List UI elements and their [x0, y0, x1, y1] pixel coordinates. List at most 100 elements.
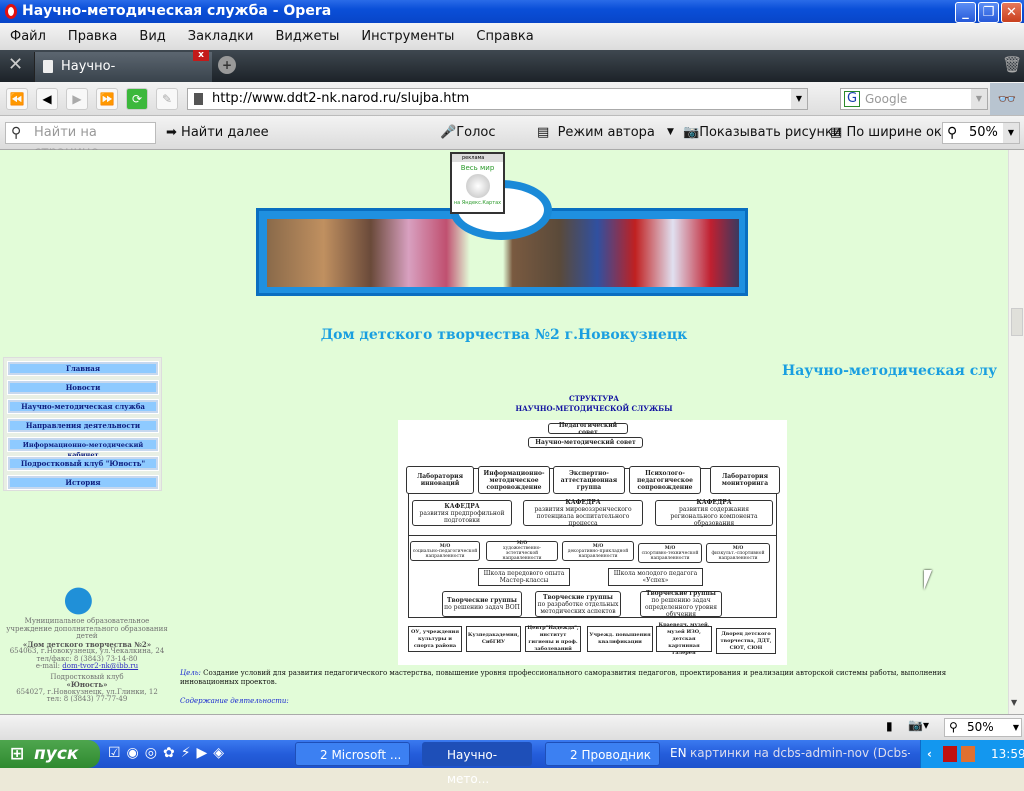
- menu-widgets[interactable]: Виджеты: [275, 29, 339, 44]
- chevron-down-icon[interactable]: ▼: [971, 89, 987, 109]
- fit-width-button[interactable]: ▤ По ширине окна: [830, 125, 958, 140]
- structure-diagram: Педагогический совет Научно-методический…: [398, 420, 787, 665]
- nav-info-cabinet[interactable]: Информационно-методический кабинет: [7, 437, 159, 459]
- fast-forward-button[interactable]: ⏩: [96, 88, 118, 110]
- find-bar: ⚲ Найти на странице ➡ Найти далее 🎤Голос…: [0, 116, 1024, 160]
- start-button[interactable]: ⊞ пуск: [0, 740, 100, 768]
- scroll-thumb[interactable]: [1011, 308, 1023, 336]
- camera-icon: 📷: [683, 125, 700, 140]
- scroll-down-icon[interactable]: ▼: [1011, 698, 1017, 707]
- page-icon: [194, 93, 203, 105]
- edit-icon[interactable]: ✎: [156, 88, 178, 110]
- nav-home[interactable]: Главная: [7, 361, 159, 376]
- structure-heading: СТРУКТУРА НАУЧНО-МЕТОДИЧЕСКОЙ СЛУЖБЫ: [400, 394, 788, 414]
- microphone-icon: 🎤: [440, 125, 457, 140]
- status-zoom-select[interactable]: ⚲ 50% ▼: [944, 718, 1022, 737]
- google-icon: G: [844, 91, 860, 107]
- trash-icon[interactable]: 🗑: [1002, 55, 1022, 74]
- footer-contacts: Муниципальное образовательное учреждение…: [3, 617, 171, 704]
- magnifier-icon: ⚲: [949, 720, 958, 734]
- menu-help[interactable]: Справка: [476, 29, 533, 44]
- group-title: Творческие группы: [447, 597, 517, 604]
- vertical-scrollbar[interactable]: ▼: [1008, 150, 1024, 714]
- chevron-down-icon[interactable]: ▼: [667, 127, 674, 137]
- url-text: http://www.ddt2-nk.narod.ru/slujba.htm: [212, 91, 470, 106]
- email-link[interactable]: dom-tvor2-nk@ibb.ru: [62, 662, 138, 670]
- partner-box: Учрежд. повышения квалификации: [587, 626, 653, 652]
- menu-view[interactable]: Вид: [139, 29, 165, 44]
- group-text: по решению задач ВОП: [444, 604, 520, 611]
- quick-launch-icons[interactable]: ☑◉◎✿⚡▶◈: [108, 745, 230, 761]
- find-input[interactable]: ⚲ Найти на странице: [5, 122, 156, 160]
- opera-logo-icon: [5, 4, 17, 19]
- minimize-button[interactable]: _: [955, 2, 976, 23]
- diagram-box: Педагогический совет: [548, 422, 628, 436]
- address-field[interactable]: http://www.ddt2-nk.narod.ru/slujba.htm ▼: [187, 88, 808, 110]
- task-word[interactable]: 2 Microsoft ...: [295, 742, 410, 766]
- group-text: по решению задач определенного уровня об…: [644, 597, 718, 618]
- diagram-box: КАФЕДРА развития предпрофильной подготовк…: [412, 500, 512, 526]
- chevron-left-icon[interactable]: ‹: [927, 740, 932, 768]
- zoom-select[interactable]: ⚲ 50% ▼: [942, 122, 1020, 144]
- tools-icon[interactable]: ✕: [8, 54, 23, 75]
- widget-icon[interactable]: ▮: [886, 719, 893, 733]
- nav-activities[interactable]: Направления деятельности: [7, 418, 159, 433]
- chevron-down-icon[interactable]: ▼: [1013, 719, 1019, 736]
- voice-button[interactable]: 🎤Голос: [440, 125, 495, 140]
- forward-button[interactable]: ▶: [66, 88, 88, 110]
- widget-link[interactable]: на Яндекс.Картах: [452, 200, 503, 206]
- rewind-button[interactable]: ⏪: [6, 88, 28, 110]
- clock: 13:59: [991, 747, 1024, 761]
- tab-close-button[interactable]: x: [193, 50, 209, 61]
- goal-paragraph: Цель: Создание условий для развития педа…: [180, 669, 1006, 687]
- find-next-label: Найти далее: [181, 125, 269, 140]
- yandex-maps-widget[interactable]: реклама Весь мир на Яндекс.Картах: [450, 152, 505, 214]
- new-tab-button[interactable]: +: [218, 56, 236, 74]
- chevron-down-icon[interactable]: ▼: [791, 89, 807, 109]
- tab-active[interactable]: Научно-методическая ... x: [34, 50, 212, 104]
- close-button[interactable]: ✕: [1001, 2, 1022, 23]
- diagram-box: М/О спортивно-технической направленности: [638, 543, 702, 563]
- task-label: 2 Проводник: [570, 748, 652, 762]
- show-images-label: Показывать рисунки: [699, 125, 842, 140]
- group-title: Творческие группы: [646, 590, 716, 597]
- reload-button[interactable]: ⟳: [126, 88, 148, 110]
- author-mode-button[interactable]: ▤ Режим автора: [537, 125, 655, 140]
- chevron-down-icon[interactable]: ▼: [1003, 123, 1019, 143]
- back-button[interactable]: ◀: [36, 88, 58, 110]
- antivirus-icon[interactable]: [943, 746, 957, 762]
- window-title: Научно-методическая служба - Opera: [22, 3, 332, 19]
- diagram-box: Научно-методический совет: [528, 437, 643, 448]
- mo-text: социально-педагогической направленности: [412, 548, 478, 559]
- kafedra-title: КАФЕДРА: [696, 499, 732, 506]
- page-icon: [43, 60, 53, 73]
- language-indicator[interactable]: EN: [670, 746, 687, 760]
- diagram-box: М/О художественно-эстетической направленн…: [486, 541, 558, 561]
- partner-box: Центр"Надежда", институт гигиены и проф.…: [525, 625, 581, 652]
- site-title: Дом детского творчества №2 г.Новокузнецк: [320, 327, 688, 343]
- camera-icon[interactable]: 📷▾: [908, 718, 929, 732]
- nav-news[interactable]: Новости: [7, 380, 159, 395]
- search-placeholder: Google: [865, 92, 908, 106]
- search-input[interactable]: G Google ▼: [840, 88, 988, 110]
- menu-bookmarks[interactable]: Закладки: [188, 29, 254, 44]
- nav-history[interactable]: История: [7, 475, 159, 490]
- diagram-box: М/О декоративно-прикладной направленности: [562, 541, 634, 561]
- diagram-box: Психолого-педагогическое сопровождение: [629, 466, 701, 494]
- diagram-box: Творческие группы по решению задач опреде…: [640, 590, 722, 618]
- diagram-box: М/О социально-педагогической направленнос…: [410, 541, 480, 561]
- task-explorer[interactable]: 2 Проводник: [545, 742, 660, 766]
- tray-app-icon[interactable]: [961, 746, 975, 762]
- task-opera[interactable]: Научно-мето...: [422, 742, 532, 786]
- menu-tools[interactable]: Инструменты: [361, 29, 454, 44]
- nav-youth-club[interactable]: Подростковый клуб "Юность": [7, 456, 159, 471]
- maximize-button[interactable]: ❐: [978, 2, 999, 23]
- status-zoom-value: 50%: [967, 720, 994, 734]
- find-next-button[interactable]: ➡ Найти далее: [166, 125, 269, 140]
- show-images-button[interactable]: 📷Показывать рисунки: [683, 125, 841, 140]
- nav-methodical-service[interactable]: Научно-методическая служба: [7, 399, 159, 414]
- group-title: Творческие группы: [543, 593, 613, 601]
- glasses-icon[interactable]: 👓: [990, 83, 1024, 115]
- menu-edit[interactable]: Правка: [68, 29, 117, 44]
- menu-file[interactable]: Файл: [10, 29, 46, 44]
